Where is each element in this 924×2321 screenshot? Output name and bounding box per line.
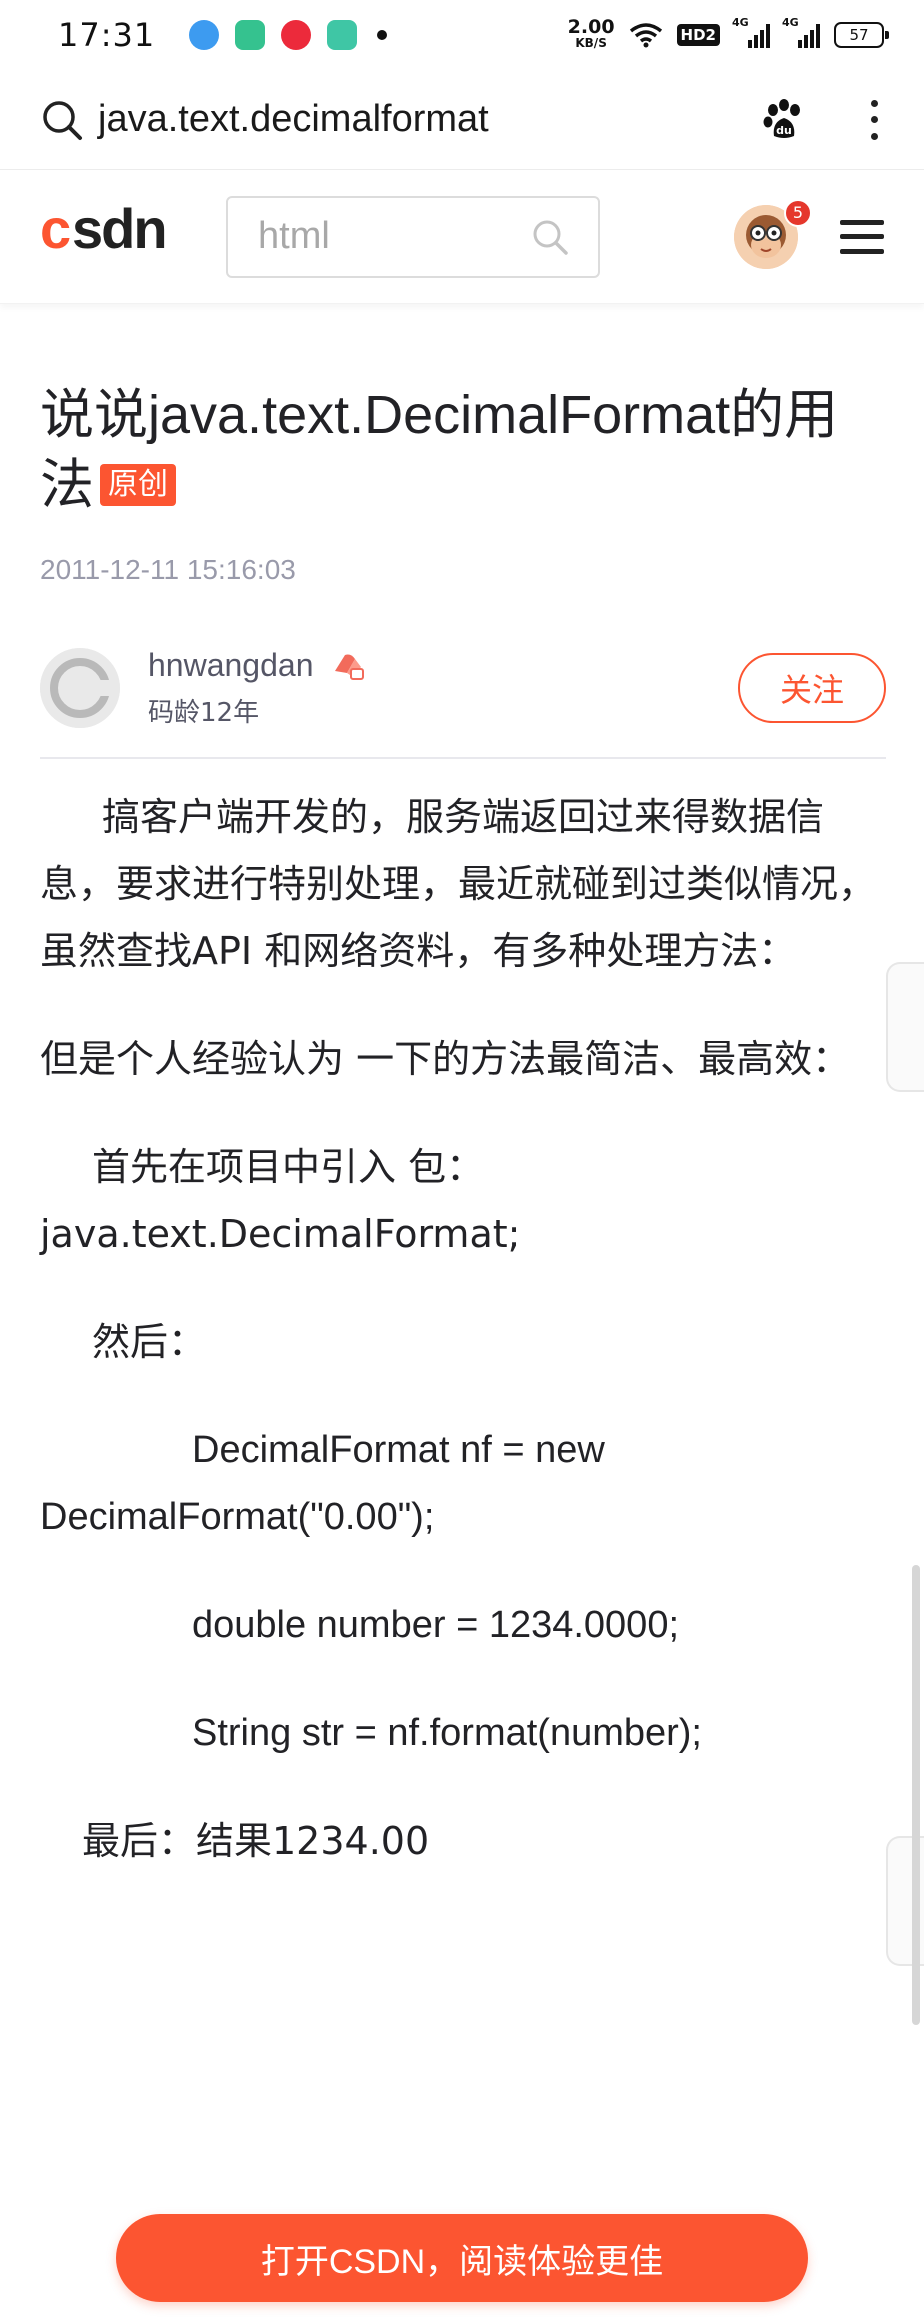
open-csdn-app-button[interactable]: 打开CSDN，阅读体验更佳	[116, 2214, 808, 2302]
battery-icon: 57	[834, 22, 889, 48]
site-search-input[interactable]	[258, 215, 518, 258]
signal-type-label: 4G	[782, 16, 799, 29]
author-avatar[interactable]	[40, 648, 120, 728]
network-speed-value: 2.00	[567, 16, 615, 38]
author-name-line: hnwangdan	[148, 647, 365, 684]
signal-type-label: 4G	[732, 16, 749, 29]
app-notification-icon	[281, 20, 312, 50]
search-icon	[43, 100, 82, 140]
hd-voice-badge: HD2	[676, 24, 720, 46]
signal-strength-icon: 4G	[782, 16, 820, 48]
baidu-paw-icon[interactable]: du	[760, 96, 808, 144]
article-paragraph: 首先在项目中引入 包：java.text.DecimalFormat;	[40, 1145, 521, 1256]
original-tag: 原创	[100, 463, 176, 506]
article-date: 2011-12-11 15:16:03	[40, 554, 296, 585]
status-bar: 17:31 2.00 KB/S HD2 4G 4G 57	[0, 0, 924, 70]
article-paragraph: 然后：	[92, 1320, 207, 1364]
side-floating-tab[interactable]	[886, 962, 924, 1092]
wifi-icon	[629, 23, 662, 48]
battery-level: 57	[849, 26, 869, 44]
notification-count-badge: 5	[784, 198, 812, 227]
svg-text:c: c	[40, 200, 70, 260]
code-line: double number = 1234.0000;	[192, 1604, 680, 1646]
divider	[40, 757, 886, 759]
hamburger-menu-icon[interactable]	[840, 217, 884, 257]
app-notification-icon	[189, 20, 220, 50]
article-body: 搞客户端开发的，服务端返回过来得数据信息，要求进行特别处理，最近就碰到过类似情况…	[40, 784, 890, 1916]
app-notification-icon	[327, 20, 358, 50]
user-avatar[interactable]: 5	[734, 198, 812, 269]
status-right: 2.00 KB/S HD2 4G 4G 57	[567, 16, 889, 51]
article-title: 说说java.text.DecimalFormat的用法 原创	[40, 380, 890, 520]
article-paragraph: 搞客户端开发的，服务端返回过来得数据信息，要求进行特别处理，最近就碰到过类似情况…	[40, 795, 877, 973]
network-speed: 2.00 KB/S	[567, 16, 615, 51]
csdn-default-avatar-icon	[40, 648, 120, 728]
follow-button[interactable]: 关注	[738, 653, 886, 723]
scrollbar[interactable]	[912, 1565, 920, 2025]
code-line: String str = nf.format(number);	[192, 1712, 702, 1754]
author-row: hnwangdan 码龄12年 关注	[40, 638, 886, 738]
search-icon[interactable]	[530, 217, 570, 257]
site-header: c sdn 5	[0, 170, 924, 304]
site-search-box[interactable]	[226, 195, 600, 278]
svg-text:du: du	[776, 124, 792, 137]
author-name[interactable]: hnwangdan	[148, 647, 313, 684]
status-time: 17:31	[58, 16, 156, 54]
csdn-logo-mark: c sdn	[40, 197, 168, 260]
article-paragraph: 最后：结果1234.00	[82, 1819, 430, 1863]
svg-text:sdn: sdn	[72, 200, 166, 260]
address-bar-text[interactable]: java.text.decimalformat	[98, 98, 489, 141]
author-info: hnwangdan 码龄12年	[148, 647, 365, 729]
signal-strength-icon: 4G	[732, 16, 770, 48]
more-notifications-dot-icon	[377, 30, 388, 40]
article-paragraph: 但是个人经验认为 一下的方法最简洁、最高效：	[40, 1037, 851, 1081]
blogger-medal-icon	[335, 654, 365, 680]
network-speed-unit: KB/S	[575, 36, 607, 50]
more-vertical-icon[interactable]	[864, 96, 884, 144]
app-notification-icon	[235, 20, 266, 50]
browser-address-bar[interactable]: java.text.decimalformat du	[0, 70, 924, 170]
notification-icons	[189, 20, 388, 50]
csdn-logo[interactable]: c sdn	[40, 197, 196, 274]
author-coding-age: 码龄12年	[148, 698, 260, 728]
code-line: DecimalFormat nf = new DecimalFormat("0.…	[40, 1429, 605, 1538]
